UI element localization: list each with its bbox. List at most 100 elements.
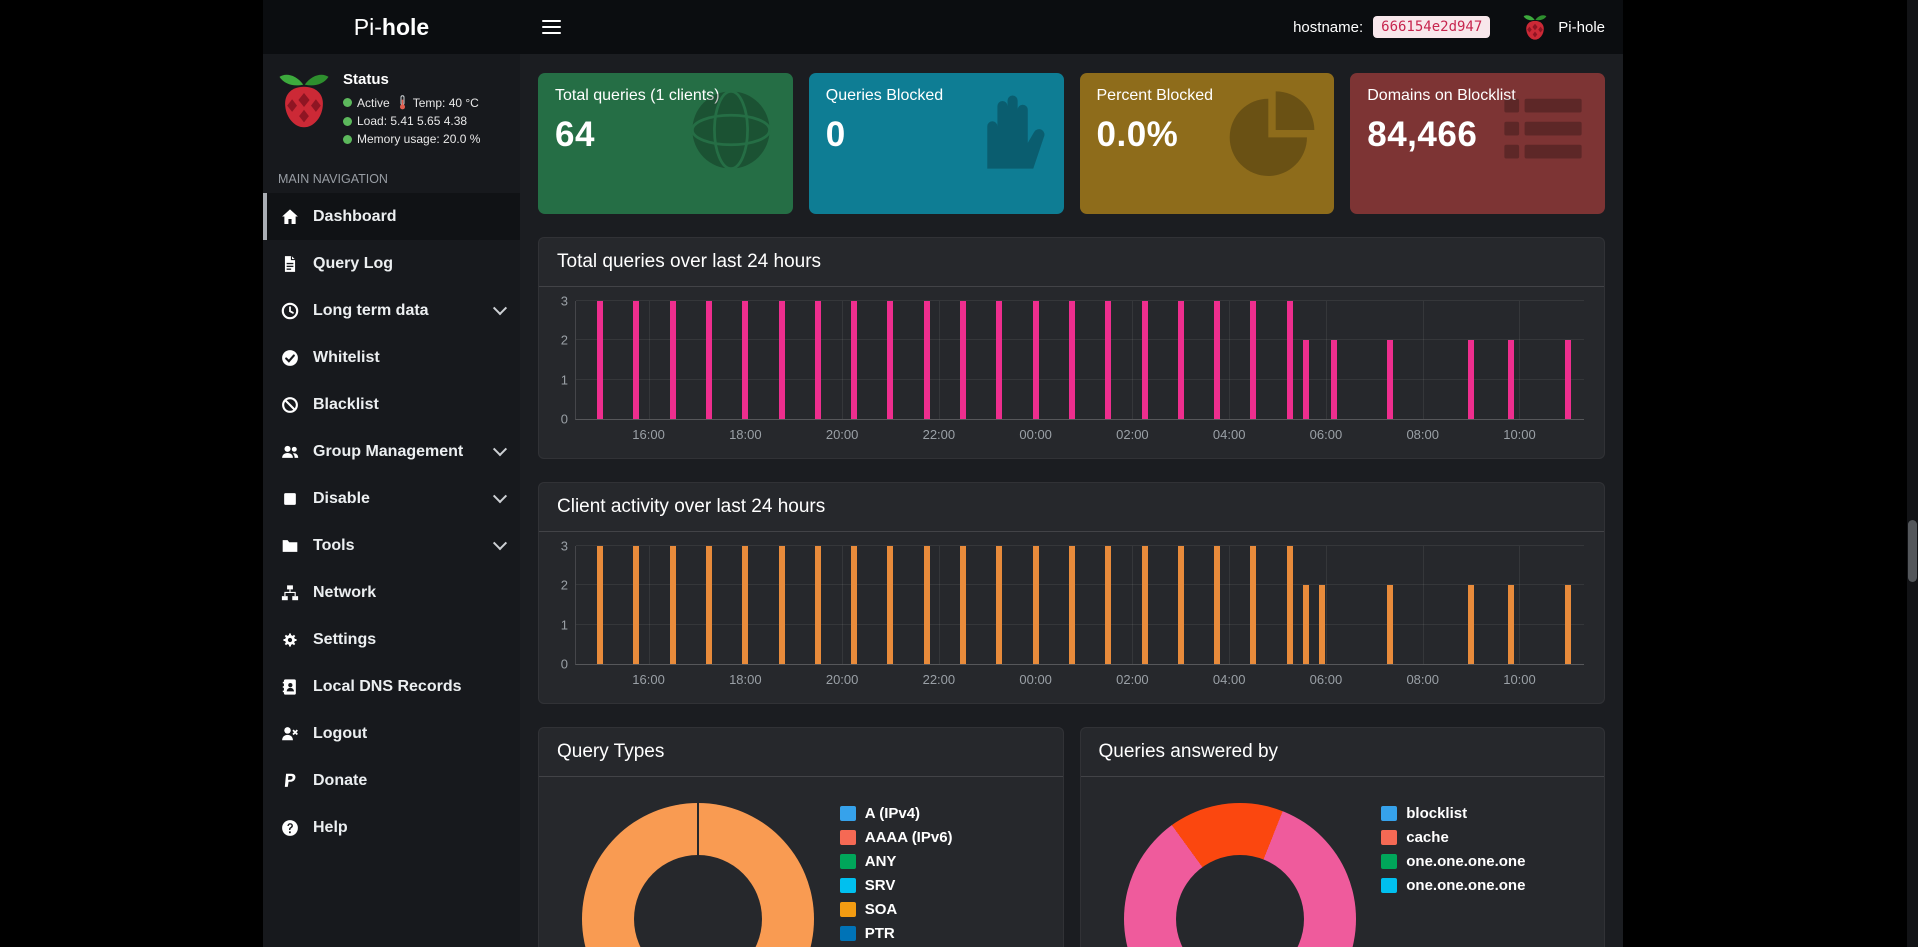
- sidebar-item-donate[interactable]: Donate: [263, 757, 520, 804]
- x-tick-label: 16:00: [632, 427, 665, 442]
- ban-icon: [280, 396, 300, 414]
- bar: [815, 546, 821, 664]
- window-scrollbar-thumb[interactable]: [1908, 520, 1917, 582]
- bar: [633, 546, 639, 664]
- sidebar-item-logout[interactable]: Logout: [263, 710, 520, 757]
- bar: [597, 301, 603, 419]
- panel-body: A (IPv4)AAAA (IPv6)ANYSRVSOAPTRTXTNAPTR: [539, 777, 1063, 947]
- bar: [1178, 301, 1184, 419]
- bar: [1214, 546, 1220, 664]
- legend-item-ptr[interactable]: PTR: [840, 925, 1045, 942]
- summary-card-total-queries-1-clients[interactable]: Total queries (1 clients)64: [538, 73, 793, 214]
- nav-section-label: MAIN NAVIGATION: [263, 159, 520, 193]
- sidebar-item-label: Blacklist: [313, 396, 505, 414]
- x-tick-label: 10:00: [1503, 427, 1536, 442]
- sidebar-item-disable[interactable]: Disable: [263, 475, 520, 522]
- status-active-label: Active: [357, 96, 390, 110]
- gridline: [1229, 546, 1230, 664]
- gridline: [939, 301, 940, 419]
- answered-by-panel: Queries answered by blocklistcacheone.on…: [1080, 727, 1606, 947]
- y-axis: 0123: [549, 546, 575, 664]
- legend-item-a-ipv4[interactable]: A (IPv4): [840, 805, 1045, 822]
- bar: [1142, 301, 1148, 419]
- bar: [924, 301, 930, 419]
- bar: [960, 546, 966, 664]
- bar: [815, 301, 821, 419]
- brand-logo[interactable]: Pi-hole: [263, 0, 520, 54]
- sidebar-item-label: Donate: [313, 772, 505, 790]
- panel-header: Total queries over last 24 hours: [539, 238, 1604, 287]
- status-panel: Status Active Temp: 40 °C Load: 5.41 5.6…: [263, 54, 520, 159]
- sidebar-toggle-button[interactable]: [538, 10, 565, 44]
- legend-swatch: [1381, 878, 1397, 893]
- address-book-icon: [280, 678, 300, 696]
- bar: [996, 301, 1002, 419]
- summary-card-percent-blocked[interactable]: Percent Blocked0.0%: [1080, 73, 1335, 214]
- bar: [1565, 585, 1571, 664]
- legend-item-cache[interactable]: cache: [1381, 829, 1586, 846]
- user-times-icon: [280, 725, 300, 743]
- sidebar-item-label: Group Management: [313, 443, 482, 461]
- sidebar-item-settings[interactable]: Settings: [263, 616, 520, 663]
- queries-over-time-chart: 012316:0018:0020:0022:0000:0002:0004:000…: [549, 301, 1584, 420]
- bar: [1033, 301, 1039, 419]
- sidebar-item-network[interactable]: Network: [263, 569, 520, 616]
- brand-suffix: hole: [382, 14, 429, 41]
- bar: [779, 546, 785, 664]
- bar: [1142, 546, 1148, 664]
- bar: [1508, 585, 1514, 664]
- bar: [1105, 546, 1111, 664]
- gears-icon: [280, 631, 300, 649]
- main-content: Total queries (1 clients)64Queries Block…: [520, 54, 1623, 947]
- sidebar-item-help[interactable]: Help: [263, 804, 520, 851]
- queries-bar-chart: 012316:0018:0020:0022:0000:0002:0004:000…: [539, 287, 1604, 458]
- legend-item-srv[interactable]: SRV: [840, 877, 1045, 894]
- bar: [887, 301, 893, 419]
- sidebar-item-label: Whitelist: [313, 349, 505, 367]
- file-icon: [280, 255, 300, 273]
- sidebar-item-group-management[interactable]: Group Management: [263, 428, 520, 475]
- chevron-down-icon: [493, 301, 507, 315]
- bar: [996, 546, 1002, 664]
- legend-swatch: [1381, 806, 1397, 821]
- y-tick-label: 1: [561, 618, 568, 631]
- bar: [779, 301, 785, 419]
- sidebar-item-label: Tools: [313, 537, 482, 555]
- bar: [706, 301, 712, 419]
- stop-icon: [280, 490, 300, 508]
- legend-item-any[interactable]: ANY: [840, 853, 1045, 870]
- sidebar-item-local-dns-records[interactable]: Local DNS Records: [263, 663, 520, 710]
- summary-card-domains-on-blocklist[interactable]: Domains on Blocklist84,466: [1350, 73, 1605, 214]
- bar: [706, 546, 712, 664]
- legend-item-one-one-one-one[interactable]: one.one.one.one: [1381, 877, 1586, 894]
- legend-label: blocklist: [1406, 805, 1467, 822]
- legend-item-one-one-one-one[interactable]: one.one.one.one: [1381, 853, 1586, 870]
- sidebar-item-label: Network: [313, 584, 505, 602]
- donut-hole: [1176, 855, 1304, 947]
- bar: [1508, 340, 1514, 419]
- pihole-window: Pi-hole hostname: 666154e2d947 Pi-hole: [263, 0, 1623, 947]
- sidebar-item-long-term-data[interactable]: Long term data: [263, 287, 520, 334]
- gridline: [1229, 301, 1230, 419]
- summary-card-queries-blocked[interactable]: Queries Blocked0: [809, 73, 1064, 214]
- gridline: [576, 624, 1584, 625]
- legend-swatch: [1381, 830, 1397, 845]
- panel-body: blocklist cache one.one.one.one one.one.one…: [1081, 777, 1605, 947]
- y-tick-label: 0: [561, 413, 568, 426]
- gridline: [1132, 546, 1133, 664]
- legend-item-soa[interactable]: SOA: [840, 901, 1045, 918]
- hand-icon: [956, 84, 1048, 176]
- legend-item-aaaa-ipv6[interactable]: AAAA (IPv6): [840, 829, 1045, 846]
- x-tick-label: 08:00: [1406, 427, 1439, 442]
- sidebar-item-whitelist[interactable]: Whitelist: [263, 334, 520, 381]
- legend-item-blocklist[interactable]: blocklist: [1381, 805, 1586, 822]
- sidebar-item-tools[interactable]: Tools: [263, 522, 520, 569]
- gridline: [842, 301, 843, 419]
- bar: [887, 546, 893, 664]
- status-row-load: Load: 5.41 5.65 4.38: [343, 114, 480, 128]
- sidebar-item-blacklist[interactable]: Blacklist: [263, 381, 520, 428]
- sidebar-item-dashboard[interactable]: Dashboard: [263, 193, 520, 240]
- gridline: [576, 584, 1584, 585]
- sidebar-item-query-log[interactable]: Query Log: [263, 240, 520, 287]
- bar: [924, 546, 930, 664]
